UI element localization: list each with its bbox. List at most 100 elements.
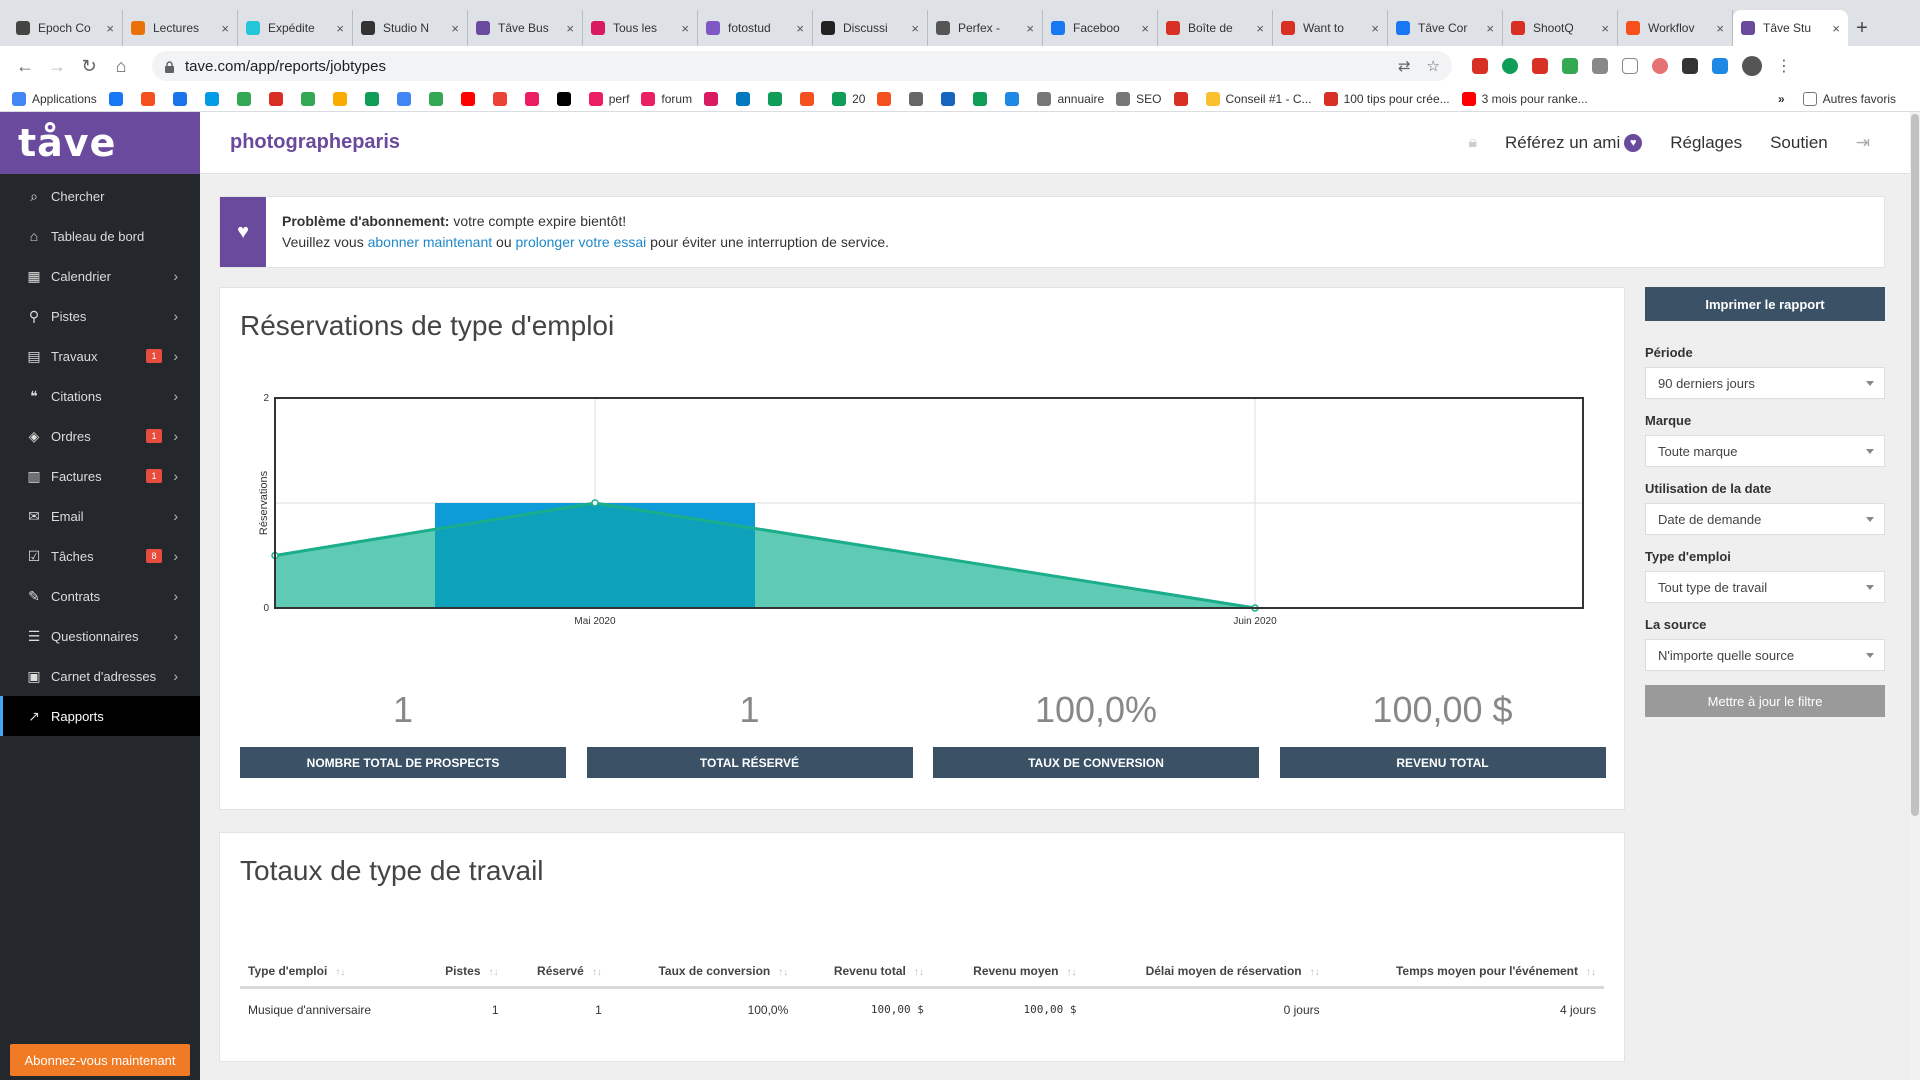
bookmark[interactable]: [768, 91, 788, 106]
sidebar-item-t-ches[interactable]: ☑ Tâches 8 ›: [0, 536, 200, 576]
bookmark[interactable]: [140, 91, 161, 106]
filter-select[interactable]: 90 derniers jours: [1645, 367, 1885, 399]
sidebar-item-rapports[interactable]: ↗ Rapports: [0, 696, 200, 736]
close-icon[interactable]: ×: [1026, 21, 1034, 36]
home-icon[interactable]: ⌂: [108, 53, 134, 79]
bookmark[interactable]: [268, 91, 289, 106]
bookmark[interactable]: forum: [641, 91, 692, 106]
browser-tab[interactable]: Tâve Cor ×: [1388, 10, 1503, 46]
bookmark[interactable]: [1005, 91, 1025, 106]
bookmark[interactable]: [204, 91, 225, 106]
browser-tab[interactable]: ShootQ ×: [1503, 10, 1618, 46]
avatar[interactable]: [1742, 56, 1762, 76]
subscribe-link[interactable]: abonner maintenant: [368, 234, 493, 250]
bookmark[interactable]: [736, 91, 756, 106]
extension-icon[interactable]: [1562, 58, 1578, 74]
bookmark[interactable]: Applications: [12, 91, 97, 106]
close-icon[interactable]: ×: [1716, 21, 1724, 36]
bookmark[interactable]: [877, 91, 897, 106]
bookmark[interactable]: [941, 91, 961, 106]
extension-icon[interactable]: [1652, 58, 1668, 74]
sidebar-item-travaux[interactable]: ▤ Travaux 1 ›: [0, 336, 200, 376]
bookmark[interactable]: 100 tips pour crée...: [1323, 91, 1450, 106]
bookmark[interactable]: [909, 91, 929, 106]
bookmark[interactable]: [364, 91, 385, 106]
browser-tab[interactable]: Epoch Co ×: [8, 10, 123, 46]
filter-select[interactable]: Toute marque: [1645, 435, 1885, 467]
browser-tab[interactable]: Tâve Stu ×: [1733, 10, 1848, 46]
close-icon[interactable]: ×: [106, 21, 114, 36]
star-icon[interactable]: ☆: [1427, 57, 1440, 75]
reload-icon[interactable]: ↻: [76, 53, 102, 79]
bookmark[interactable]: Conseil #1 - C...: [1205, 91, 1312, 106]
scrollbar[interactable]: [1910, 112, 1920, 1080]
close-icon[interactable]: ×: [1141, 21, 1149, 36]
column-header[interactable]: Taux de conversion ↑↓: [609, 933, 797, 989]
bookmark[interactable]: [332, 91, 353, 106]
sort-icon[interactable]: ↑↓: [1586, 967, 1596, 978]
column-header[interactable]: Pistes ↑↓: [417, 933, 507, 989]
bookmark[interactable]: annuaire: [1037, 91, 1104, 106]
bookmark[interactable]: [492, 91, 513, 106]
sidebar-item-ordres[interactable]: ◈ Ordres 1 ›: [0, 416, 200, 456]
browser-tab[interactable]: Want to ×: [1273, 10, 1388, 46]
bookmark[interactable]: 20: [832, 91, 865, 106]
filter-select[interactable]: N'importe quelle source: [1645, 639, 1885, 671]
extension-icon[interactable]: [1712, 58, 1728, 74]
refer-friend-link[interactable]: Référez un ami ♥: [1505, 133, 1643, 153]
subscribe-button[interactable]: Abonnez-vous maintenant: [10, 1044, 190, 1076]
extension-icon[interactable]: [1532, 58, 1548, 74]
forward-icon[interactable]: →: [44, 53, 70, 79]
sort-icon[interactable]: ↑↓: [592, 967, 602, 978]
close-icon[interactable]: ×: [1371, 21, 1379, 36]
close-icon[interactable]: ×: [336, 21, 344, 36]
bookmark[interactable]: 3 mois pour ranke...: [1461, 91, 1588, 106]
bookmark[interactable]: [396, 91, 417, 106]
other-bookmarks[interactable]: Autres favoris: [1802, 91, 1896, 106]
bookmark[interactable]: [460, 91, 481, 106]
filter-select[interactable]: Tout type de travail: [1645, 571, 1885, 603]
sort-icon[interactable]: ↑↓: [1310, 967, 1320, 978]
scrollbar-thumb[interactable]: [1911, 114, 1919, 816]
browser-tab[interactable]: Expédite ×: [238, 10, 353, 46]
browser-tab[interactable]: Studio N ×: [353, 10, 468, 46]
browser-tab[interactable]: Lectures ×: [123, 10, 238, 46]
menu-icon[interactable]: ⋮: [1776, 56, 1792, 76]
extension-icon[interactable]: [1472, 58, 1488, 74]
sort-icon[interactable]: ↑↓: [489, 967, 499, 978]
sidebar-item-email[interactable]: ✉ Email ›: [0, 496, 200, 536]
new-tab-icon[interactable]: +: [1848, 10, 1876, 46]
bookmark[interactable]: SEO: [1116, 91, 1162, 106]
column-header[interactable]: Réservé ↑↓: [506, 933, 610, 989]
bookmark[interactable]: [428, 91, 449, 106]
bookmark[interactable]: [556, 91, 577, 106]
browser-tab[interactable]: Faceboo ×: [1043, 10, 1158, 46]
sidebar-item-pistes[interactable]: ⚲ Pistes ›: [0, 296, 200, 336]
browser-tab[interactable]: Workflov ×: [1618, 10, 1733, 46]
sidebar-item-tableau-de-bord[interactable]: ⌂ Tableau de bord: [0, 216, 200, 256]
browser-tab[interactable]: Tous les ×: [583, 10, 698, 46]
sidebar-item-calendrier[interactable]: ▦ Calendrier ›: [0, 256, 200, 296]
column-header[interactable]: Revenu moyen ↑↓: [931, 933, 1085, 989]
tave-logo[interactable]: tåve: [0, 112, 200, 174]
support-link[interactable]: Soutien: [1770, 133, 1828, 153]
close-icon[interactable]: ×: [221, 21, 229, 36]
extension-icon[interactable]: [1592, 58, 1608, 74]
bookmark[interactable]: [704, 91, 724, 106]
browser-tab[interactable]: fotostud ×: [698, 10, 813, 46]
bookmark[interactable]: [300, 91, 321, 106]
bookmark[interactable]: [236, 91, 257, 106]
logout-icon[interactable]: ⇥: [1856, 133, 1870, 153]
column-header[interactable]: Temps moyen pour l'événement ↑↓: [1327, 933, 1604, 989]
bookmark[interactable]: [1173, 91, 1194, 106]
bookmark[interactable]: [172, 91, 193, 106]
sidebar-item-factures[interactable]: ▥ Factures 1 ›: [0, 456, 200, 496]
column-header[interactable]: Revenu total ↑↓: [796, 933, 932, 989]
extension-icon[interactable]: [1502, 58, 1518, 74]
browser-tab[interactable]: Boîte de ×: [1158, 10, 1273, 46]
column-header[interactable]: Délai moyen de réservation ↑↓: [1084, 933, 1328, 989]
close-icon[interactable]: ×: [796, 21, 804, 36]
sidebar-item-questionnaires[interactable]: ☰ Questionnaires ›: [0, 616, 200, 656]
close-icon[interactable]: ×: [1601, 21, 1609, 36]
extension-icon[interactable]: [1622, 58, 1638, 74]
